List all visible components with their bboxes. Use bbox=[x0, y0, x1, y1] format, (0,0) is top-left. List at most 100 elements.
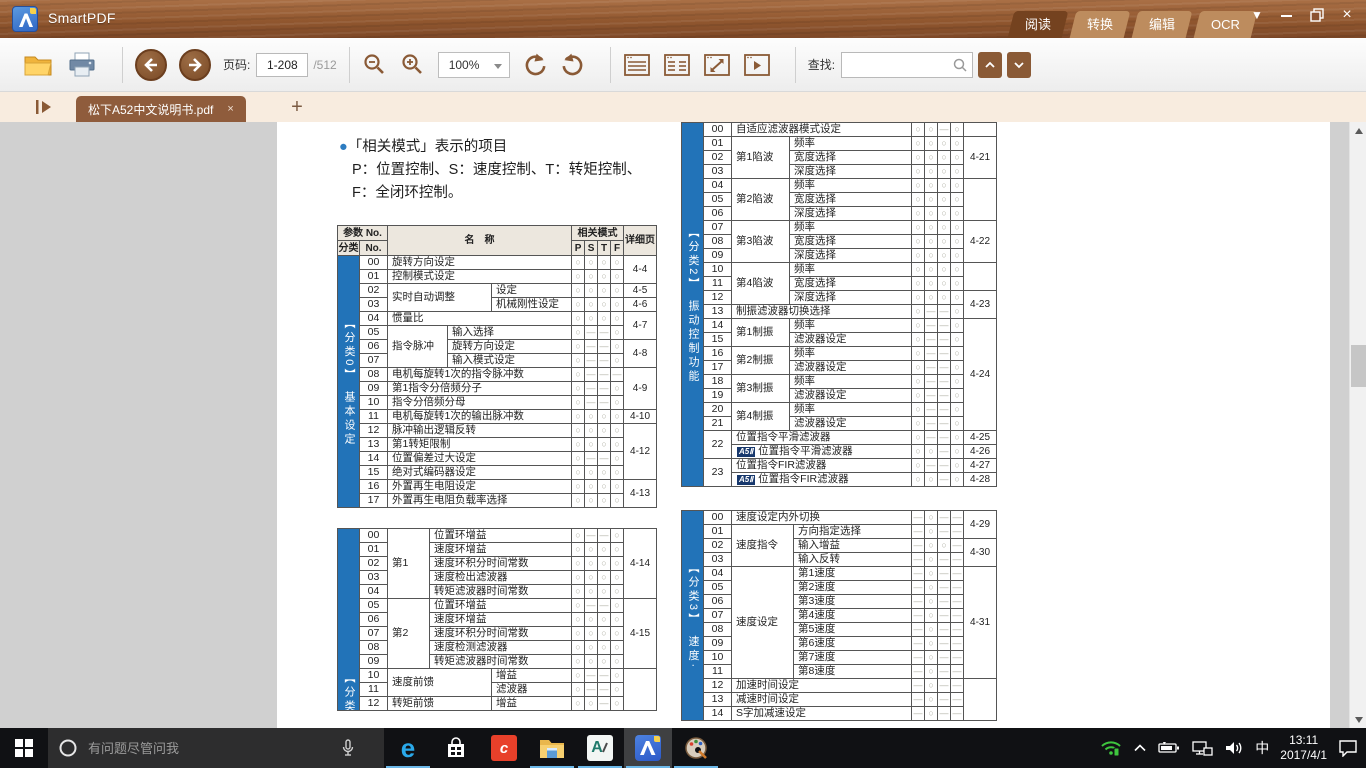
mode-cell: ○ bbox=[938, 221, 951, 235]
mode-cell: — bbox=[925, 305, 938, 319]
wifi-icon[interactable] bbox=[1100, 739, 1122, 757]
param-name-cell: 惯量比 bbox=[388, 312, 572, 326]
minimize-button[interactable] bbox=[1280, 8, 1294, 22]
edge-browser-button[interactable]: e bbox=[384, 728, 432, 768]
mode-cell: ○ bbox=[598, 585, 611, 599]
start-button[interactable] bbox=[0, 728, 48, 768]
single-page-view-button[interactable] bbox=[623, 53, 651, 77]
new-tab-button[interactable]: + bbox=[285, 96, 309, 119]
param-name-cell: 输入模式设定 bbox=[448, 354, 572, 368]
mode-cell: ○ bbox=[585, 641, 598, 655]
prev-page-button[interactable] bbox=[135, 49, 167, 81]
page-input[interactable] bbox=[256, 53, 308, 77]
document-tab[interactable]: 松下A52中文说明书.pdf × bbox=[76, 96, 246, 122]
table-row: 03输入反转—○—— bbox=[682, 553, 997, 567]
rotate-left-button[interactable] bbox=[522, 52, 548, 78]
battery-icon[interactable] bbox=[1158, 741, 1180, 755]
red-reader-app-button[interactable]: c bbox=[480, 728, 528, 768]
zoom-out-button[interactable] bbox=[362, 52, 388, 78]
arrow-left-icon bbox=[141, 55, 161, 75]
chevron-up-icon bbox=[984, 60, 996, 70]
scrollbar-thumb[interactable] bbox=[1351, 345, 1366, 387]
mode-cell: ○ bbox=[951, 123, 964, 137]
page-ref-cell: 4-26 bbox=[964, 445, 997, 459]
zoom-select[interactable]: 100% bbox=[438, 52, 510, 78]
file-explorer-button[interactable] bbox=[528, 728, 576, 768]
param-no-cell: 01 bbox=[704, 137, 732, 151]
rotate-right-button[interactable] bbox=[560, 52, 586, 78]
tab-close-icon[interactable]: × bbox=[227, 103, 233, 115]
open-file-button[interactable] bbox=[22, 52, 54, 78]
param-name-cell: 第1制振 bbox=[732, 319, 790, 347]
hidden-icons-chevron[interactable] bbox=[1133, 742, 1147, 754]
mode-cell: ○ bbox=[598, 298, 611, 312]
mode-cell: — bbox=[925, 389, 938, 403]
param-name-cell: 第4制振 bbox=[732, 403, 790, 431]
close-button[interactable]: × bbox=[1340, 6, 1354, 24]
slideshow-button[interactable] bbox=[743, 53, 771, 77]
mode-cell: ○ bbox=[611, 585, 624, 599]
find-prev-button[interactable] bbox=[978, 52, 1002, 78]
fullscreen-button[interactable] bbox=[703, 53, 731, 77]
ribbon-tab-edit[interactable]: 编辑 bbox=[1132, 11, 1193, 38]
network-icon[interactable] bbox=[1191, 740, 1213, 756]
smartpdf-button[interactable] bbox=[624, 728, 672, 768]
menu-dropdown-icon[interactable]: ▼ bbox=[1250, 8, 1264, 22]
mode-cell: ○ bbox=[938, 235, 951, 249]
find-next-button[interactable] bbox=[1007, 52, 1031, 78]
param-no-cell: 11 bbox=[360, 683, 388, 697]
mode-cell: ○ bbox=[585, 697, 598, 711]
scroll-up-button[interactable] bbox=[1350, 122, 1366, 139]
paint-app-button[interactable] bbox=[672, 728, 720, 768]
restore-button[interactable] bbox=[1310, 8, 1324, 22]
ribbon-tab-ocr[interactable]: OCR bbox=[1194, 11, 1258, 38]
param-no-cell: 02 bbox=[360, 284, 388, 298]
zoom-in-button[interactable] bbox=[400, 52, 426, 78]
mode-cell: ○ bbox=[572, 312, 585, 326]
param-no-cell: 05 bbox=[704, 193, 732, 207]
param-name-cell: 频率 bbox=[790, 263, 912, 277]
vertical-scrollbar[interactable] bbox=[1349, 122, 1366, 728]
mode-cell: ○ bbox=[951, 347, 964, 361]
param-name-cell: 宽度选择 bbox=[790, 193, 912, 207]
param-name-cell: 频率 bbox=[790, 375, 912, 389]
param-no-cell: 12 bbox=[704, 291, 732, 305]
param-no-cell: 21 bbox=[704, 417, 732, 431]
sidebar-toggle-button[interactable] bbox=[34, 98, 54, 116]
mode-cell: — bbox=[938, 553, 951, 567]
windows-store-button[interactable] bbox=[432, 728, 480, 768]
volume-icon[interactable] bbox=[1224, 740, 1244, 756]
action-center-button[interactable] bbox=[1338, 739, 1358, 757]
ribbon-tab-read[interactable]: 阅读 bbox=[1008, 11, 1069, 38]
microphone-icon[interactable] bbox=[340, 738, 356, 758]
clock[interactable]: 13:11 2017/4/1 bbox=[1280, 733, 1327, 763]
mode-cell: — bbox=[938, 525, 951, 539]
intro-line-3: F：全闭环控制。 bbox=[339, 182, 641, 205]
param-no-cell: 02 bbox=[704, 151, 732, 165]
cortana-search-input[interactable] bbox=[88, 741, 340, 756]
green-a-app-button[interactable]: A bbox=[576, 728, 624, 768]
mode-cell: ○ bbox=[585, 270, 598, 284]
cortana-search[interactable] bbox=[48, 728, 384, 768]
ribbon-tab-convert[interactable]: 转换 bbox=[1070, 11, 1131, 38]
next-page-button[interactable] bbox=[179, 49, 211, 81]
table-row: 08第5速度—○—— bbox=[682, 623, 997, 637]
param-name-cell: 旋转方向设定 bbox=[448, 340, 572, 354]
print-button[interactable] bbox=[66, 51, 98, 79]
mode-cell: ○ bbox=[611, 641, 624, 655]
param-name-cell: 第7速度 bbox=[794, 651, 912, 665]
app-logo-icon bbox=[12, 6, 38, 32]
table-row: 16外置再生电阻设定○○○○4-13 bbox=[338, 480, 657, 494]
mode-cell: — bbox=[925, 333, 938, 347]
ime-indicator[interactable]: 中 bbox=[1255, 738, 1269, 758]
scroll-down-button[interactable] bbox=[1350, 711, 1366, 728]
mode-cell: — bbox=[598, 697, 611, 711]
param-no-cell: 15 bbox=[704, 333, 732, 347]
param-name-cell: 宽度选择 bbox=[790, 235, 912, 249]
mode-cell: ○ bbox=[912, 403, 925, 417]
clock-time: 13:11 bbox=[1280, 733, 1327, 748]
param-name-cell: 第1指令分倍频分子 bbox=[388, 382, 572, 396]
facing-pages-view-button[interactable] bbox=[663, 53, 691, 77]
param-no-cell: 00 bbox=[360, 256, 388, 270]
mode-cell: ○ bbox=[925, 525, 938, 539]
